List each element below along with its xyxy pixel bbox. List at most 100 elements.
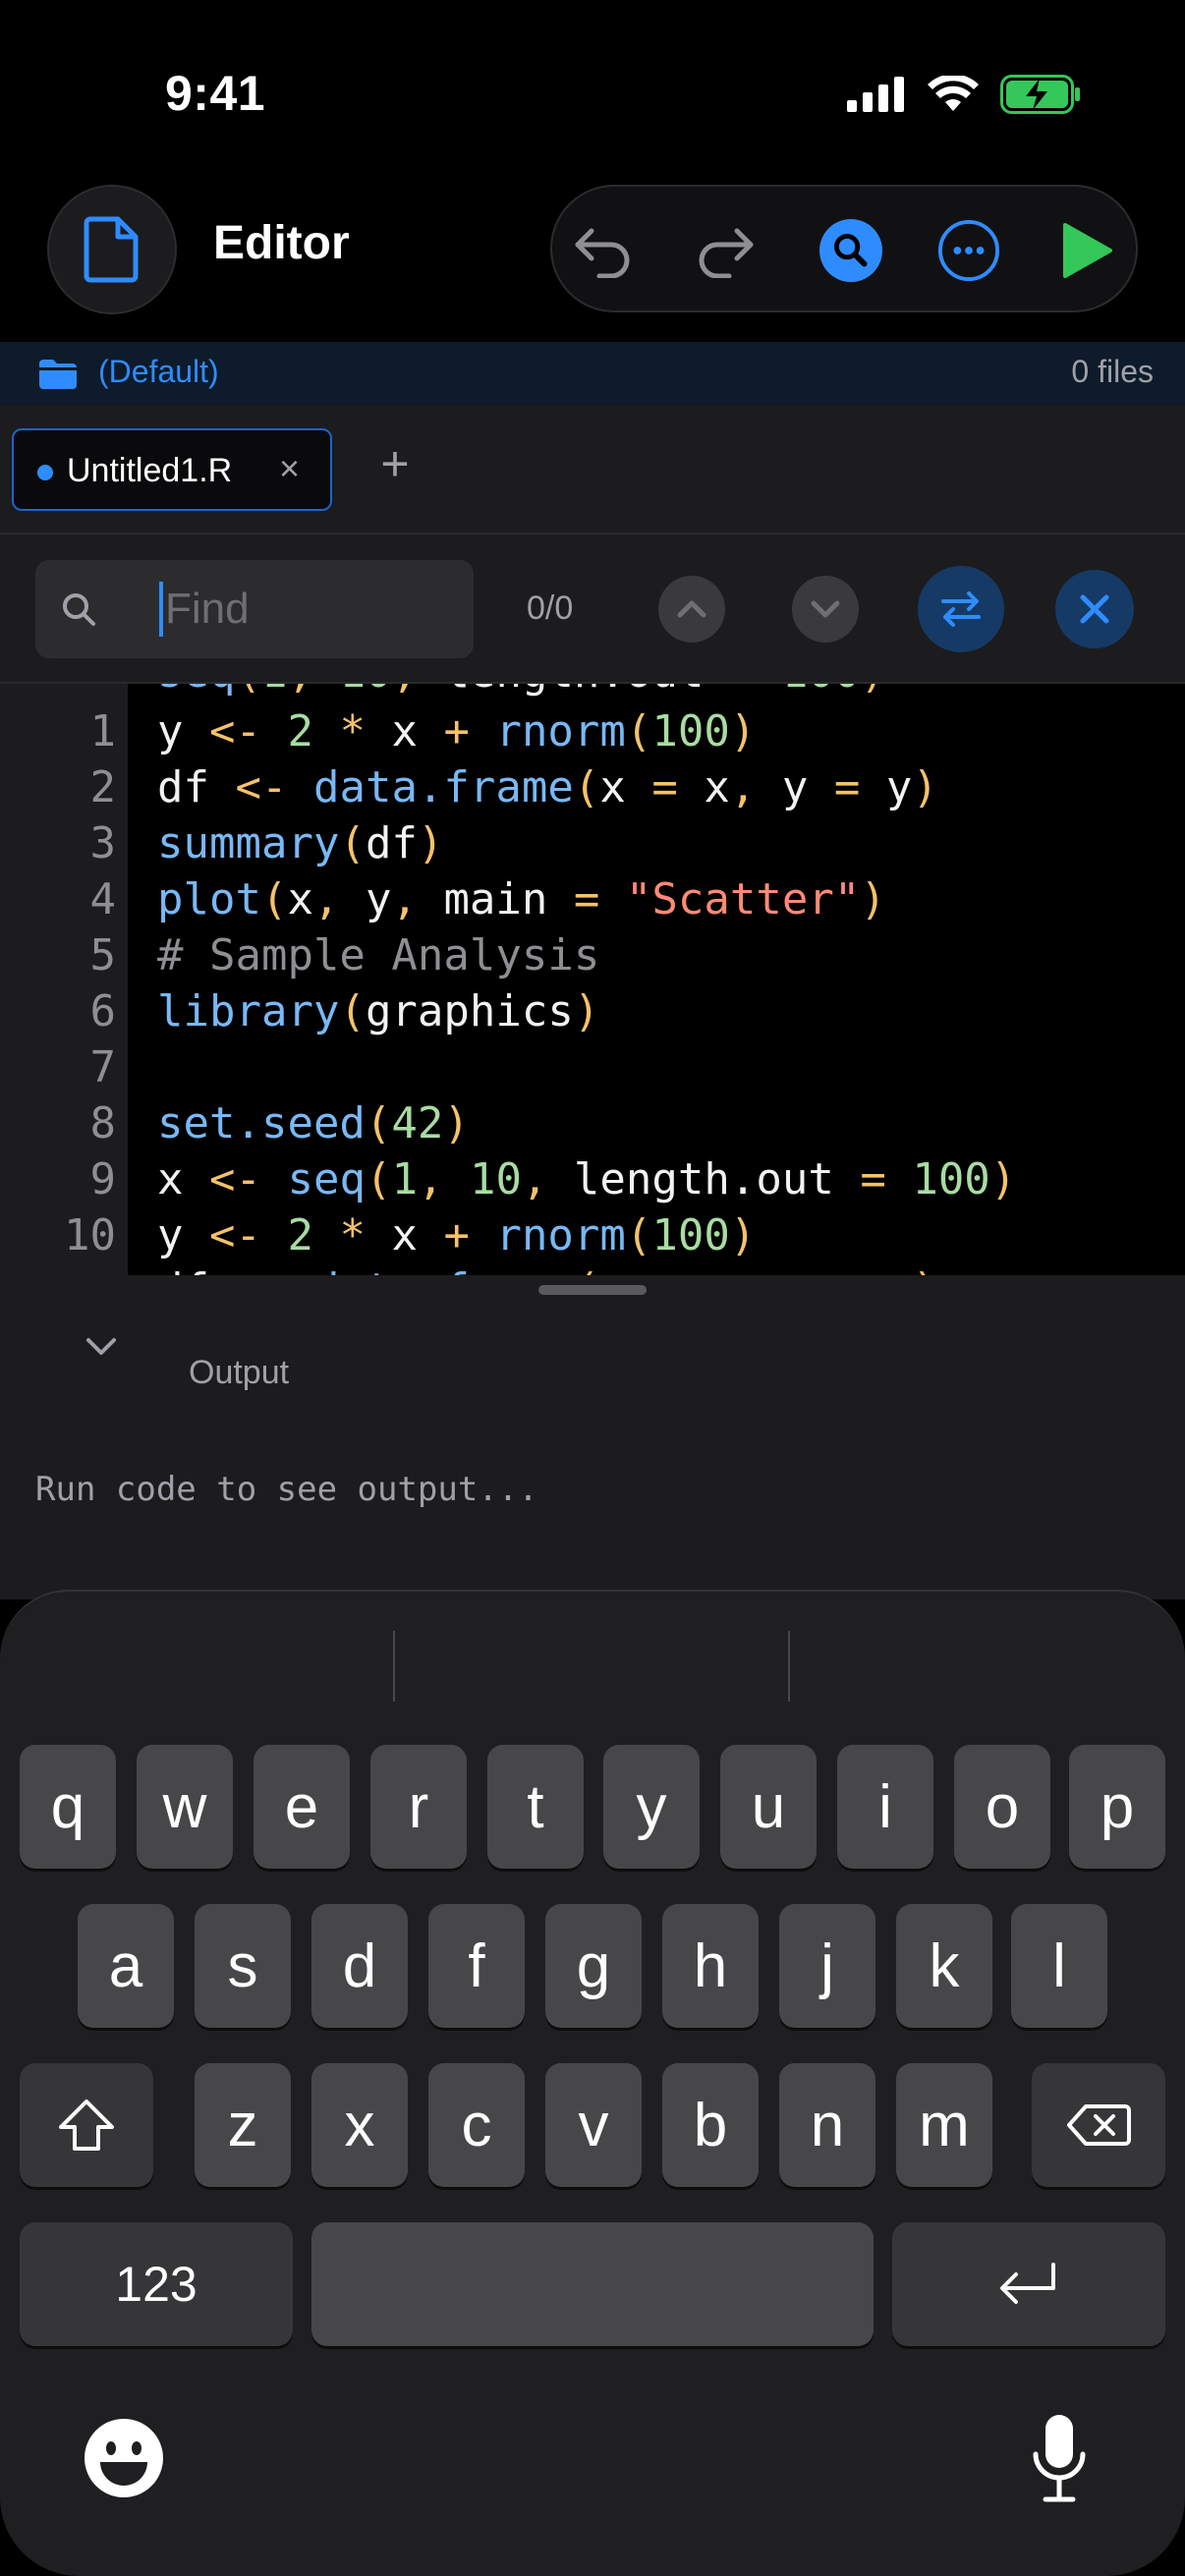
chevron-up-icon bbox=[677, 600, 706, 618]
find-input[interactable] bbox=[165, 578, 450, 641]
search-icon bbox=[819, 219, 882, 282]
line-number: 7 bbox=[89, 1042, 117, 1092]
key-x[interactable]: x bbox=[311, 2063, 408, 2187]
key-n[interactable]: n bbox=[779, 2063, 875, 2187]
folder-icon bbox=[39, 360, 77, 389]
delete-key[interactable] bbox=[1032, 2063, 1165, 2187]
key-a[interactable]: a bbox=[78, 1904, 174, 2028]
previous-match-button[interactable] bbox=[658, 576, 725, 643]
key-v[interactable]: v bbox=[545, 2063, 642, 2187]
code-text: library(graphics) bbox=[157, 986, 600, 1036]
key-d[interactable]: d bbox=[311, 1904, 408, 2028]
microphone-icon bbox=[1033, 2415, 1086, 2502]
run-button[interactable] bbox=[1055, 219, 1118, 282]
key-o[interactable]: o bbox=[954, 1745, 1050, 1869]
code-line-partial-top: seq(1, 10, length.out = 100) bbox=[0, 684, 1185, 700]
swap-arrows-icon bbox=[941, 591, 981, 627]
key-w[interactable]: w bbox=[137, 1745, 233, 1869]
key-l[interactable]: l bbox=[1011, 1904, 1107, 2028]
key-h[interactable]: h bbox=[662, 1904, 759, 2028]
replace-toggle-button[interactable] bbox=[918, 566, 1004, 652]
redo-button[interactable] bbox=[694, 219, 757, 282]
keyboard: q w e r t y u i o p a s d f g h j k l z … bbox=[0, 1590, 1185, 2576]
line-number: 9 bbox=[89, 1154, 117, 1204]
panel-drag-handle[interactable] bbox=[538, 1285, 647, 1295]
redo-icon bbox=[699, 228, 754, 278]
collapse-output-button[interactable] bbox=[85, 1334, 118, 1363]
status-time: 9:41 bbox=[165, 66, 266, 121]
close-icon bbox=[1080, 594, 1109, 624]
line-number: 8 bbox=[89, 1098, 117, 1148]
code-line: 7 bbox=[0, 1039, 1185, 1095]
code-line: 5 # Sample Analysis bbox=[0, 927, 1185, 983]
shift-key[interactable] bbox=[20, 2063, 153, 2187]
key-c[interactable]: c bbox=[428, 2063, 525, 2187]
line-number: 5 bbox=[89, 930, 117, 980]
emoji-button[interactable] bbox=[83, 2417, 165, 2504]
project-bar[interactable]: (Default) 0 files bbox=[0, 342, 1185, 405]
find-field[interactable] bbox=[35, 560, 474, 658]
key-i[interactable]: i bbox=[837, 1745, 933, 1869]
run-icon bbox=[1063, 223, 1112, 278]
key-s[interactable]: s bbox=[195, 1904, 291, 2028]
key-u[interactable]: u bbox=[720, 1745, 817, 1869]
code-line: 10 y <- 2 * x + rnorm(100) bbox=[0, 1207, 1185, 1263]
key-y[interactable]: y bbox=[603, 1745, 700, 1869]
line-number: 2 bbox=[89, 762, 117, 812]
emoji-icon bbox=[85, 2419, 163, 2497]
file-icon bbox=[84, 216, 139, 283]
code-text: df <- data.frame(x = x, y = y) bbox=[157, 762, 938, 812]
code-line: 9 x <- seq(1, 10, length.out = 100) bbox=[0, 1151, 1185, 1207]
code-line: 2 df <- data.frame(x = x, y = y) bbox=[0, 759, 1185, 815]
line-number: 3 bbox=[89, 818, 117, 868]
status-bar: 9:41 bbox=[0, 0, 1185, 177]
unsaved-dot bbox=[37, 465, 53, 480]
key-e[interactable]: e bbox=[254, 1745, 350, 1869]
code-text: y <- 2 * x + rnorm(100) bbox=[157, 706, 757, 756]
return-key[interactable] bbox=[892, 2222, 1165, 2346]
code-line: 4 plot(x, y, main = "Scatter") bbox=[0, 871, 1185, 927]
undo-button[interactable] bbox=[572, 219, 635, 282]
key-j[interactable]: j bbox=[779, 1904, 875, 2028]
key-m[interactable]: m bbox=[896, 2063, 992, 2187]
space-key[interactable] bbox=[311, 2222, 874, 2346]
search-button[interactable] bbox=[819, 219, 882, 282]
file-button[interactable] bbox=[47, 185, 177, 314]
key-t[interactable]: t bbox=[487, 1745, 584, 1869]
status-icons bbox=[847, 75, 1081, 114]
key-q[interactable]: q bbox=[20, 1745, 116, 1869]
line-number: 4 bbox=[89, 874, 117, 924]
key-k[interactable]: k bbox=[896, 1904, 992, 2028]
key-z[interactable]: z bbox=[195, 2063, 291, 2187]
find-bar: 0/0 bbox=[0, 534, 1185, 684]
page-title: Editor bbox=[213, 217, 350, 269]
backspace-icon bbox=[1067, 2104, 1131, 2146]
text-cursor bbox=[159, 582, 163, 637]
key-f[interactable]: f bbox=[428, 1904, 525, 2028]
project-name[interactable]: (Default) bbox=[98, 354, 219, 390]
tab-untitled1[interactable]: Untitled1.R × bbox=[12, 428, 332, 511]
close-find-button[interactable] bbox=[1055, 570, 1134, 648]
more-button[interactable] bbox=[937, 219, 1000, 282]
key-b[interactable]: b bbox=[662, 2063, 759, 2187]
key-r[interactable]: r bbox=[370, 1745, 467, 1869]
code-line: 6 library(graphics) bbox=[0, 983, 1185, 1039]
code-line: 8 set.seed(42) bbox=[0, 1095, 1185, 1151]
tab-close-icon[interactable]: × bbox=[279, 448, 300, 489]
code-text: summary(df) bbox=[157, 818, 444, 868]
code-text: x <- seq(1, 10, length.out = 100) bbox=[157, 1154, 1017, 1204]
code-text: set.seed(42) bbox=[157, 1098, 470, 1148]
undo-icon bbox=[575, 228, 630, 278]
add-tab-button[interactable]: + bbox=[375, 439, 415, 488]
next-match-button[interactable] bbox=[792, 576, 859, 643]
shift-icon bbox=[59, 2100, 114, 2151]
project-file-count: 0 files bbox=[1071, 354, 1154, 389]
key-g[interactable]: g bbox=[545, 1904, 642, 2028]
code-line: 1 y <- 2 * x + rnorm(100) bbox=[0, 703, 1185, 759]
line-number: 10 bbox=[64, 1210, 116, 1260]
numbers-key[interactable]: 123 bbox=[20, 2222, 293, 2346]
key-p[interactable]: p bbox=[1069, 1745, 1165, 1869]
dictation-button[interactable] bbox=[1030, 2413, 1089, 2508]
wifi-icon bbox=[928, 76, 979, 111]
code-editor[interactable]: seq(1, 10, length.out = 100) 1 y <- 2 * … bbox=[0, 684, 1185, 1275]
